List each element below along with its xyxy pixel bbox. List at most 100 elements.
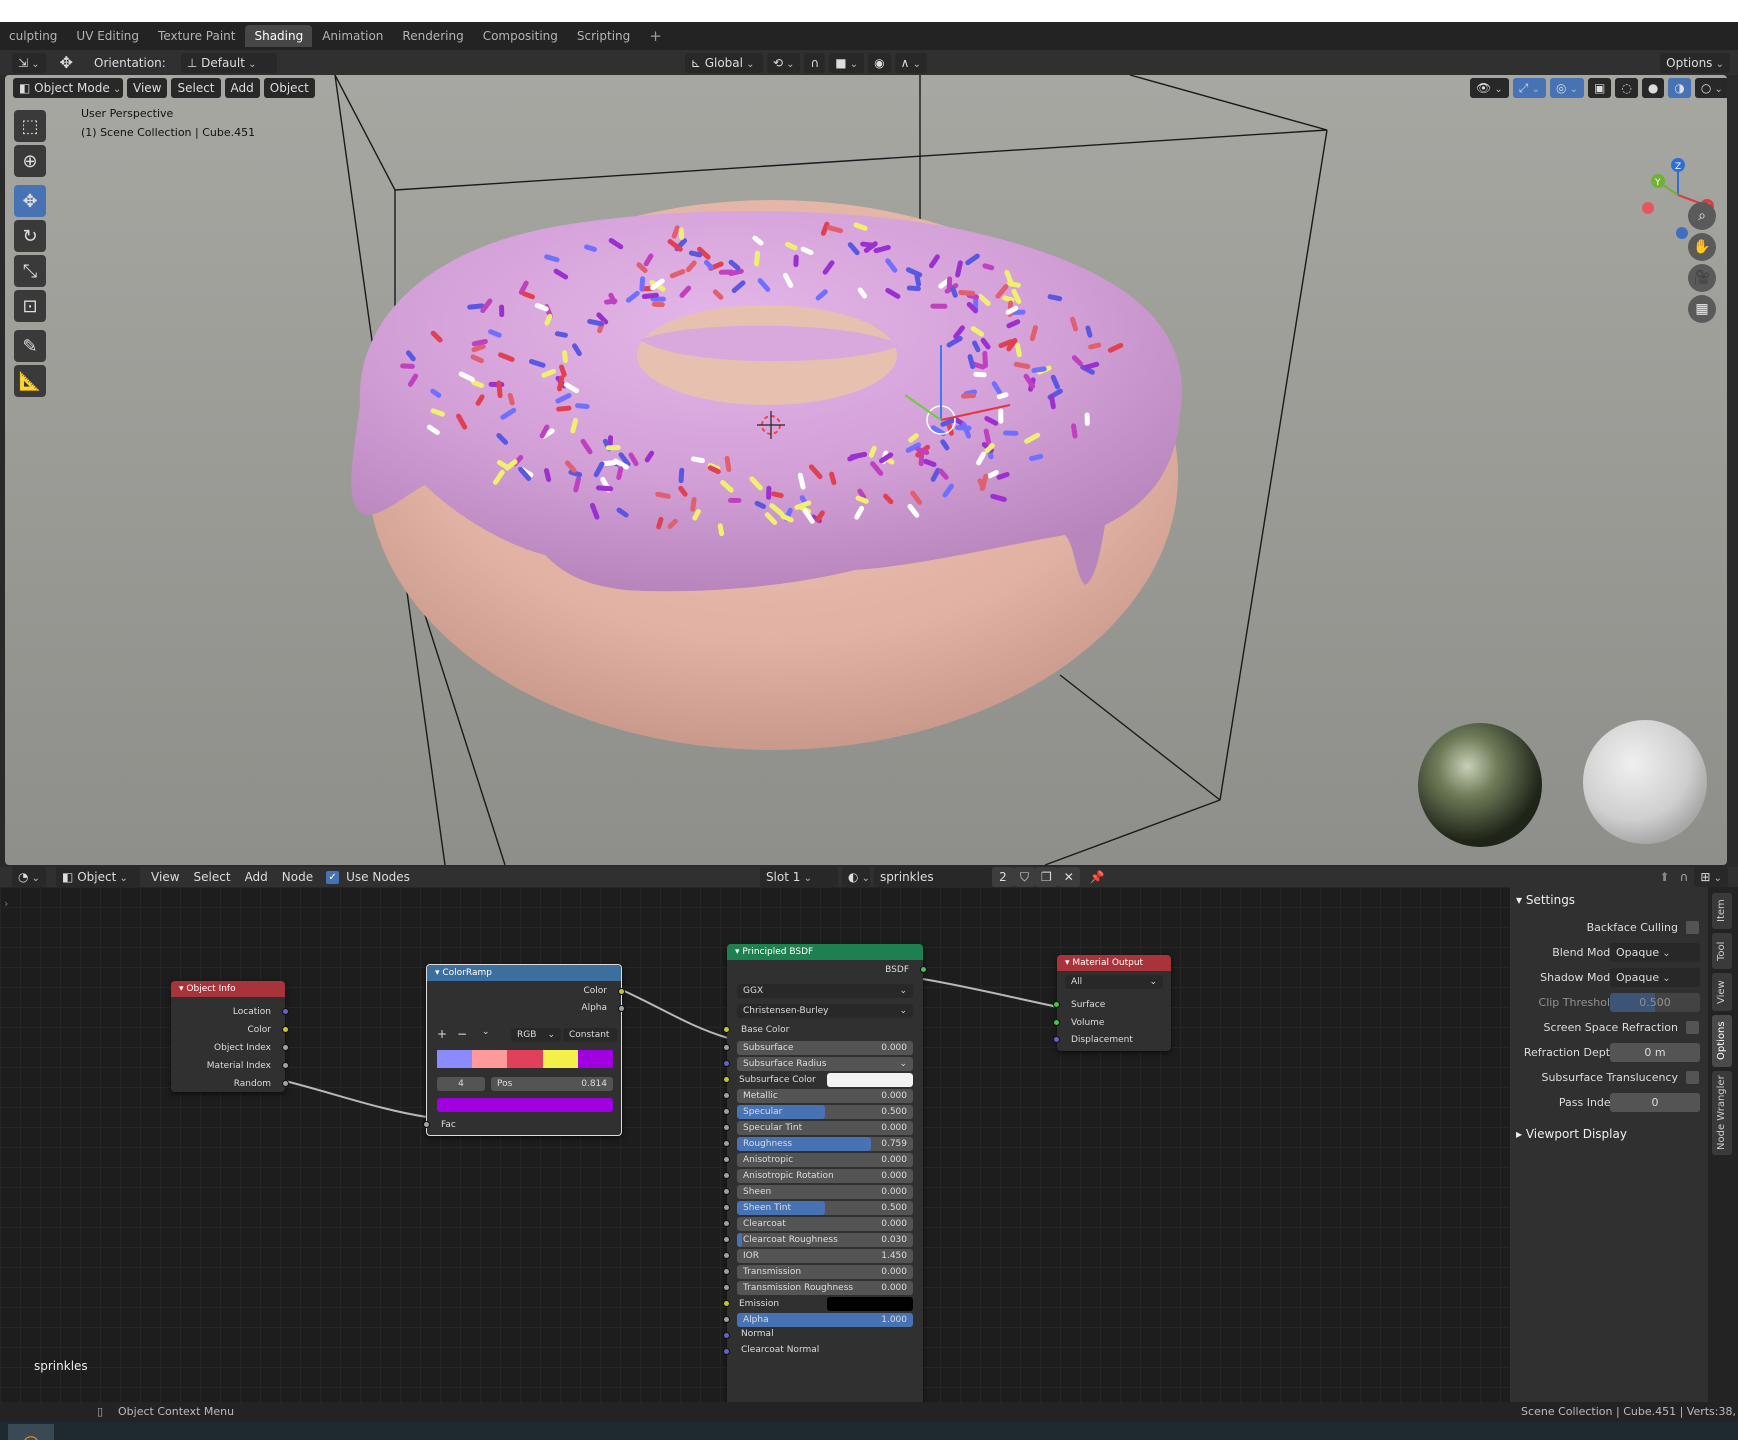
fake-user-button[interactable]: ⛉ [1013,867,1035,887]
tab-node-wrangler[interactable]: Node Wrangler [1712,1071,1732,1155]
socket-transmission[interactable] [723,1268,730,1275]
subsurface-color-swatch[interactable] [827,1073,913,1087]
field-subsurface-radius[interactable]: Subsurface Radius ⌄ [737,1057,913,1071]
field-clearcoat[interactable]: Clearcoat 0.000 [737,1217,913,1231]
socket-clearcoat[interactable] [723,1220,730,1227]
color-ramp-header[interactable]: ▾ ColorRamp [427,965,621,981]
snap-target-dropdown[interactable]: ■ [829,52,865,73]
transform-orientation-dropdown[interactable]: ⊾ Global [684,52,763,73]
subsurface-method-dropdown[interactable]: Christensen-Burley ⌄ [737,1004,913,1018]
node-overlay-dropdown[interactable]: ⊞ [1694,867,1728,887]
tab-tool[interactable]: Tool [1712,933,1732,969]
color-ramp-node[interactable]: ▾ ColorRamp Color Alpha + − ⌄ RGB ⌄ Const… [423,964,625,1136]
screen-space-refraction-checkbox[interactable] [1686,1021,1699,1034]
object-info-header[interactable]: ▾ Object Info [171,981,285,997]
pan-button[interactable]: ✋ [1688,233,1716,261]
editor-type-menu[interactable]: ⇲ [12,52,46,73]
field-subsurface-color[interactable]: Subsurface Color [737,1073,913,1087]
socket-location[interactable] [282,1008,289,1015]
socket-ramp-color[interactable] [618,988,625,995]
3d-viewport[interactable]: Z Y X ◧ Object Mode View Select Add Obje… [5,75,1727,865]
falloff-dropdown[interactable]: ∧ [894,52,927,73]
socket-specular[interactable] [723,1108,730,1115]
field-sheen[interactable]: Sheen 0.000 [737,1185,913,1199]
overlays-toggle[interactable]: ◎ [1549,78,1585,98]
active-stop-index[interactable]: 4 [437,1077,485,1091]
socket-bsdf[interactable] [920,966,927,973]
socket-anisotropic-rotation[interactable] [723,1172,730,1179]
socket-metallic[interactable] [723,1092,730,1099]
select-box-tool[interactable]: ⬚ [14,110,46,142]
wireframe-shading-button[interactable]: ◌ [1615,78,1638,98]
node-editor-type-menu[interactable]: ◔ [12,867,47,887]
proportional-edit-toggle[interactable]: ◉ [868,52,891,73]
field-subsurface[interactable]: Subsurface 0.000 [737,1041,913,1055]
material-browse-button[interactable]: ◐ [841,867,870,887]
socket-emission[interactable] [723,1300,730,1307]
expand-toolbar-icon[interactable]: › [4,897,8,910]
socket-volume[interactable] [1053,1019,1060,1026]
field-ior[interactable]: IOR 1.450 [737,1249,913,1263]
object-info-node[interactable]: ▾ Object Info Location Color Object Inde… [171,981,289,1092]
ramp-menu-chevron-icon[interactable]: ⌄ [482,1027,490,1037]
socket-alpha[interactable] [723,1316,730,1323]
field-emission[interactable]: Emission [737,1297,913,1311]
tab-sculpting[interactable]: culpting [0,25,66,47]
field-metallic[interactable]: Metallic 0.000 [737,1089,913,1103]
field-transmission-roughness[interactable]: Transmission Roughness 0.000 [737,1281,913,1295]
output-target-dropdown[interactable]: All ⌄ [1065,975,1163,989]
socket-subsurface-radius[interactable] [723,1060,730,1067]
tab-texture-paint[interactable]: Texture Paint [149,25,244,47]
socket-ramp-alpha[interactable] [618,1005,625,1012]
interpolation-dropdown[interactable]: Constant [563,1028,617,1042]
color-ramp-gradient[interactable] [437,1050,614,1068]
options-dropdown[interactable]: Options [1660,52,1730,73]
transform-tool[interactable]: ⊡ [14,290,46,322]
material-preview-button[interactable]: ◑ [1668,78,1691,98]
socket-fac[interactable] [423,1121,430,1128]
remove-stop-button[interactable]: − [457,1027,467,1041]
field-alpha[interactable]: Alpha 1.000 [737,1313,913,1327]
snap-icon[interactable]: ∩ [1680,870,1689,884]
socket-anisotropic[interactable] [723,1156,730,1163]
visibility-dropdown[interactable]: 👁 [1470,78,1509,98]
socket-base-color[interactable] [723,1026,730,1033]
field-anisotropic[interactable]: Anisotropic 0.000 [737,1153,913,1167]
backface-culling-checkbox[interactable] [1686,921,1699,934]
duplicate-material-button[interactable]: ❐ [1034,867,1058,887]
scale-tool[interactable]: ⤡ [14,255,46,287]
annotate-tool[interactable]: ✎ [14,330,46,362]
tab-uv-editing[interactable]: UV Editing [67,25,148,47]
material-name-field[interactable]: sprinkles [873,867,992,887]
measure-tool[interactable]: 📐 [14,365,46,397]
socket-object-index[interactable] [282,1044,289,1051]
node-select-menu[interactable]: Select [187,870,238,884]
move-tool[interactable]: ✥ [14,185,46,217]
pivot-point-dropdown[interactable]: ⟲ [766,52,801,73]
field-anisotropic-rotation[interactable]: Anisotropic Rotation 0.000 [737,1169,913,1183]
ortho-toggle-button[interactable]: ▦ [1688,295,1716,323]
clip-threshold-field[interactable]: 0.500 [1610,993,1700,1012]
shadow-mode-dropdown[interactable]: Opaque [1610,968,1700,987]
solid-shading-button[interactable]: ● [1641,78,1665,98]
material-users-count[interactable]: 2 [991,867,1014,887]
tab-item[interactable]: Item [1712,893,1732,929]
field-roughness[interactable]: Roughness 0.759 [737,1137,913,1151]
node-menu[interactable]: Node [275,870,320,884]
add-menu[interactable]: Add [224,78,260,98]
mode-dropdown[interactable]: ◧ Object Mode [13,78,123,98]
field-clearcoat-roughness[interactable]: Clearcoat Roughness 0.030 [737,1233,913,1247]
object-menu[interactable]: Object [263,78,315,98]
ramp-stop-1[interactable] [437,1050,473,1068]
ramp-stop-2[interactable] [472,1050,508,1068]
settings-panel-header[interactable]: ▾ Settings [1516,893,1575,907]
pin-icon[interactable]: 📌 [1090,870,1105,884]
tab-shading[interactable]: Shading [245,25,313,47]
field-sheen-tint[interactable]: Sheen Tint 0.500 [737,1201,913,1215]
cursor-tool[interactable]: ⊕ [14,145,46,177]
tab-animation[interactable]: Animation [313,25,392,47]
blender-app-icon[interactable]: ◎ [8,1424,54,1440]
socket-subsurface-color[interactable] [723,1076,730,1083]
viewport-display-panel-header[interactable]: ▸ Viewport Display [1516,1127,1627,1141]
move-tool-icon[interactable]: ✥ [60,53,73,72]
